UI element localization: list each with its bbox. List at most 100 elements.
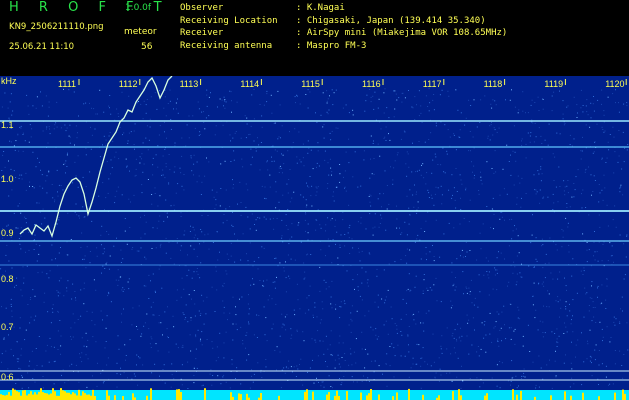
noise-speck <box>328 109 330 111</box>
noise-speck <box>454 199 456 201</box>
noise-speck <box>342 211 344 213</box>
noise-speck <box>393 347 395 349</box>
noise-speck <box>235 306 236 308</box>
noise-speck <box>297 224 299 226</box>
noise-speck <box>27 304 29 305</box>
noise-speck <box>535 387 537 389</box>
observation-metadata: Observer: K.Nagai Receiving Location: Ch… <box>180 2 507 52</box>
noise-speck <box>498 313 500 315</box>
noise-speck <box>403 130 405 132</box>
noise-speck <box>304 277 306 279</box>
noise-speck <box>87 339 89 341</box>
noise-speck <box>36 96 38 98</box>
noise-speck <box>184 230 186 232</box>
noise-speck <box>85 267 87 269</box>
noise-speck <box>177 112 179 114</box>
noise-speck <box>363 150 365 152</box>
noise-speck <box>16 341 18 343</box>
noise-speck <box>534 189 536 191</box>
noise-speck <box>569 206 571 208</box>
x-tick-label: 1116 <box>362 79 381 89</box>
noise-speck <box>69 365 71 367</box>
meta-row-location: Receiving Location: Chigasaki, Japan (13… <box>180 15 507 28</box>
noise-speck <box>46 128 47 130</box>
noise-speck <box>308 147 310 149</box>
noise-speck <box>264 334 266 336</box>
noise-speck <box>606 326 608 328</box>
noise-speck <box>381 206 382 208</box>
noise-speck <box>77 132 78 134</box>
noise-speck <box>20 354 22 356</box>
noise-speck <box>329 158 331 160</box>
noise-speck <box>465 286 467 288</box>
noise-speck <box>483 337 485 339</box>
noise-speck <box>626 235 628 237</box>
noise-speck <box>420 112 422 114</box>
noise-speck <box>118 279 120 281</box>
noise-speck <box>498 345 500 347</box>
noise-speck <box>591 297 593 299</box>
noise-speck <box>302 384 304 386</box>
signal-bar-peak <box>20 395 22 400</box>
noise-speck <box>373 140 374 142</box>
noise-speck <box>307 185 308 187</box>
noise-speck <box>603 110 605 112</box>
noise-speck <box>307 89 309 91</box>
noise-speck <box>255 147 257 149</box>
noise-speck <box>589 329 591 331</box>
noise-speck <box>130 201 131 203</box>
noise-speck <box>199 277 201 279</box>
noise-speck <box>263 285 265 287</box>
noise-speck <box>40 91 41 93</box>
noise-speck <box>193 248 195 250</box>
noise-speck <box>138 356 139 358</box>
noise-speck <box>583 361 585 363</box>
noise-speck <box>135 174 137 176</box>
noise-speck <box>93 108 95 110</box>
noise-speck <box>191 277 193 279</box>
noise-speck <box>433 260 435 262</box>
noise-speck <box>568 251 570 253</box>
noise-speck <box>15 284 17 286</box>
noise-speck <box>317 330 319 332</box>
signal-bar-peak <box>34 392 36 400</box>
noise-speck <box>465 189 467 191</box>
signal-bar-peak <box>438 395 440 400</box>
noise-speck <box>601 260 603 262</box>
noise-speck <box>478 190 480 191</box>
noise-speck <box>462 256 464 258</box>
x-tick-label: 1111 <box>58 79 76 89</box>
noise-speck <box>555 186 557 188</box>
noise-speck <box>69 136 71 138</box>
noise-speck <box>286 183 288 185</box>
noise-speck <box>364 110 366 112</box>
noise-speck <box>585 169 586 171</box>
noise-speck <box>390 166 391 168</box>
noise-speck <box>310 195 312 197</box>
noise-speck <box>131 324 133 326</box>
noise-speck <box>291 236 293 238</box>
noise-speck <box>253 118 255 120</box>
noise-speck <box>101 225 103 227</box>
noise-speck <box>24 339 26 341</box>
noise-speck <box>64 162 66 164</box>
noise-speck <box>348 324 350 326</box>
noise-speck <box>510 384 511 386</box>
noise-speck <box>555 244 557 246</box>
noise-speck <box>392 183 394 185</box>
signal-bar-peak <box>516 394 518 400</box>
noise-speck <box>483 274 485 276</box>
noise-speck <box>166 137 167 139</box>
noise-speck <box>448 95 450 97</box>
noise-speck <box>361 381 363 382</box>
noise-speck <box>557 301 559 303</box>
noise-speck <box>348 112 350 114</box>
signal-bar-peak <box>520 390 522 400</box>
noise-speck <box>246 253 247 255</box>
noise-speck <box>583 267 585 269</box>
noise-speck <box>330 303 332 305</box>
noise-speck <box>406 290 408 292</box>
noise-speck <box>1 353 3 355</box>
noise-speck <box>601 363 603 365</box>
noise-speck <box>152 174 154 176</box>
